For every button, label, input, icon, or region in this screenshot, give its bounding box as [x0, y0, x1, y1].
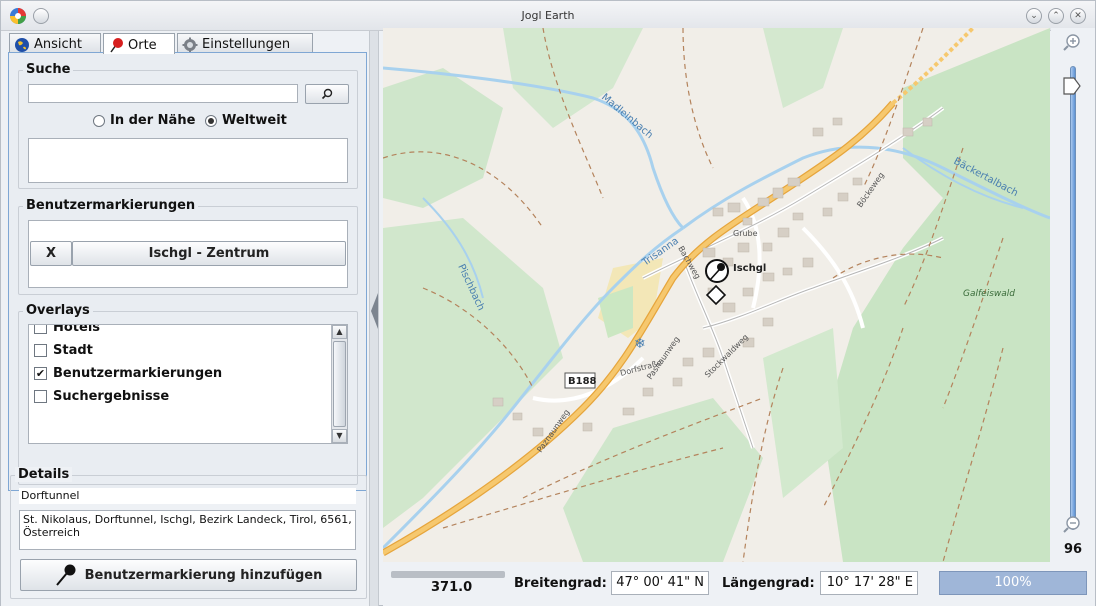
forest-area — [823, 28, 1050, 562]
globe-icon — [15, 37, 29, 52]
status-bar: 371.0 Breitengrad: 47° 00' 41" N Längeng… — [383, 562, 1095, 606]
tab-einstellungen[interactable]: Einstellungen — [177, 33, 313, 53]
overlays-list: Hotels Stadt ✔ Benutzermarkierungen Such… — [28, 324, 348, 444]
side-panel: Ansicht Orte Einstellungen Suche In der … — [1, 31, 369, 606]
radio-worldwide-dot[interactable] — [205, 114, 217, 127]
overlays-scrollbar[interactable]: ▲ ▼ — [331, 325, 347, 443]
overlay-hotels-checkbox[interactable] — [34, 325, 47, 334]
user-marker-icon[interactable] — [705, 259, 729, 283]
details-name-field[interactable]: Dorftunnel — [19, 488, 356, 504]
radio-worldwide[interactable]: Weltweit — [205, 113, 287, 128]
orte-panel: Suche In der Nähe Weltweit Benutzermarki… — [8, 52, 367, 491]
latitude-field[interactable]: 47° 00' 41" N — [611, 571, 709, 595]
zoom-control: 96 — [1051, 28, 1095, 562]
search-icon — [321, 88, 333, 100]
search-results-list[interactable] — [28, 138, 348, 183]
map-view[interactable]: Madleinbach Bäckertalbach Pischbach Tris… — [383, 28, 1050, 562]
overlay-item-benutzermarkierungen[interactable]: ✔ Benutzermarkierungen — [34, 366, 222, 381]
overlay-hotels-label: Hotels — [53, 324, 101, 335]
search-input[interactable] — [28, 84, 298, 103]
label-boeckeweg: Böckeweg — [855, 171, 886, 209]
tab-einstellungen-label: Einstellungen — [202, 37, 291, 52]
tab-ansicht[interactable]: Ansicht — [9, 33, 101, 53]
ski-area-icon: ❄ — [634, 336, 646, 352]
tab-orte-label: Orte — [128, 37, 157, 53]
overlay-benutzermarkierungen-checkbox[interactable]: ✔ — [34, 367, 47, 380]
details-address-field[interactable]: St. Nikolaus, Dorftunnel, Ischgl, Bezirk… — [19, 510, 356, 550]
user-marks-legend: Benutzermarkierungen — [23, 198, 199, 213]
label-galfeiswald: Galfeiswald — [963, 289, 1015, 299]
add-user-mark-button[interactable]: Benutzermarkierung hinzufügen — [20, 559, 357, 591]
gear-icon — [182, 37, 198, 52]
app-window: Jogl Earth ⌄ ⌃ ✕ Ansicht Orte Einstellun… — [0, 0, 1096, 606]
radio-worldwide-label: Weltweit — [222, 113, 287, 128]
panel-splitter[interactable] — [369, 31, 379, 606]
zoom-slider-track[interactable] — [1070, 66, 1076, 530]
scale-value: 371.0 — [431, 580, 473, 595]
longitude-field[interactable]: 10° 17' 28" E — [820, 571, 918, 595]
label-pasnaunweg: Pasnaunweg — [645, 335, 681, 381]
overlay-stadt-label: Stadt — [53, 343, 93, 358]
user-mark-entry-button[interactable]: Ischgl - Zentrum — [72, 241, 346, 266]
overlay-suchergebnisse-checkbox[interactable] — [34, 390, 47, 403]
maximize-button[interactable]: ⌃ — [1048, 8, 1064, 24]
scroll-up-arrow[interactable]: ▲ — [332, 325, 347, 339]
zoom-in-icon[interactable] — [1063, 33, 1081, 51]
scale-bar — [391, 571, 505, 578]
window-title: Jogl Earth — [521, 9, 575, 22]
user-marks-group: Benutzermarkierungen X Ischgl - Zentrum — [18, 198, 358, 295]
latitude-label: Breitengrad: — [514, 576, 607, 591]
radio-near-label: In der Nähe — [110, 113, 196, 128]
load-progress-bar: 100% — [939, 571, 1087, 595]
forest-area — [383, 218, 563, 528]
tab-ansicht-label: Ansicht — [34, 37, 83, 52]
radio-near[interactable]: In der Nähe — [93, 113, 195, 128]
minimize-button[interactable]: ⌄ — [1026, 8, 1042, 24]
forest-area — [383, 68, 503, 208]
forest-area — [763, 28, 843, 108]
pin-icon — [110, 38, 123, 53]
remove-mark-button[interactable]: X — [30, 241, 72, 266]
longitude-label: Längengrad: — [722, 576, 815, 591]
scroll-down-arrow[interactable]: ▼ — [332, 429, 347, 443]
label-madleinbach: Madleinbach — [599, 92, 655, 141]
overlay-item-suchergebnisse[interactable]: Suchergebnisse — [34, 389, 169, 404]
user-marks-list: X Ischgl - Zentrum — [28, 220, 348, 288]
overlay-stadt-checkbox[interactable] — [34, 344, 47, 357]
close-button[interactable]: ✕ — [1070, 8, 1086, 24]
label-b188: B188 — [568, 376, 597, 387]
label-ischgl: Ischgl — [733, 263, 766, 274]
overlay-suchergebnisse-label: Suchergebnisse — [53, 389, 170, 404]
details-legend: Details — [15, 467, 73, 482]
overlay-item-stadt[interactable]: Stadt — [34, 343, 93, 358]
details-group: Details Dorftunnel St. Nikolaus, Dorftun… — [10, 467, 367, 599]
marker-pin-icon — [55, 564, 76, 586]
scroll-thumb[interactable] — [333, 341, 346, 427]
search-legend: Suche — [23, 62, 74, 77]
add-user-mark-label: Benutzermarkierung hinzufügen — [84, 567, 323, 583]
zoom-value: 96 — [1063, 542, 1083, 557]
zoom-out-icon[interactable] — [1063, 515, 1081, 533]
title-bar: Jogl Earth ⌄ ⌃ ✕ — [1, 1, 1095, 31]
overlays-group: Overlays Hotels Stadt ✔ Benutzermarkieru… — [18, 303, 358, 485]
collapse-arrow-icon[interactable] — [371, 293, 378, 329]
zoom-slider-thumb[interactable] — [1063, 76, 1081, 96]
forest-area — [563, 398, 763, 562]
radio-near-dot[interactable] — [93, 114, 105, 127]
overlay-item-hotels[interactable]: Hotels — [34, 324, 101, 335]
overlays-legend: Overlays — [23, 303, 93, 318]
map-canvas[interactable]: Madleinbach Bäckertalbach Pischbach Tris… — [383, 28, 1050, 562]
search-button[interactable] — [305, 84, 349, 104]
search-group: Suche In der Nähe Weltweit — [18, 62, 358, 189]
overlay-benutzermarkierungen-label: Benutzermarkierungen — [53, 366, 223, 381]
label-grube: Grube — [733, 229, 758, 238]
tab-orte[interactable]: Orte — [103, 33, 175, 54]
